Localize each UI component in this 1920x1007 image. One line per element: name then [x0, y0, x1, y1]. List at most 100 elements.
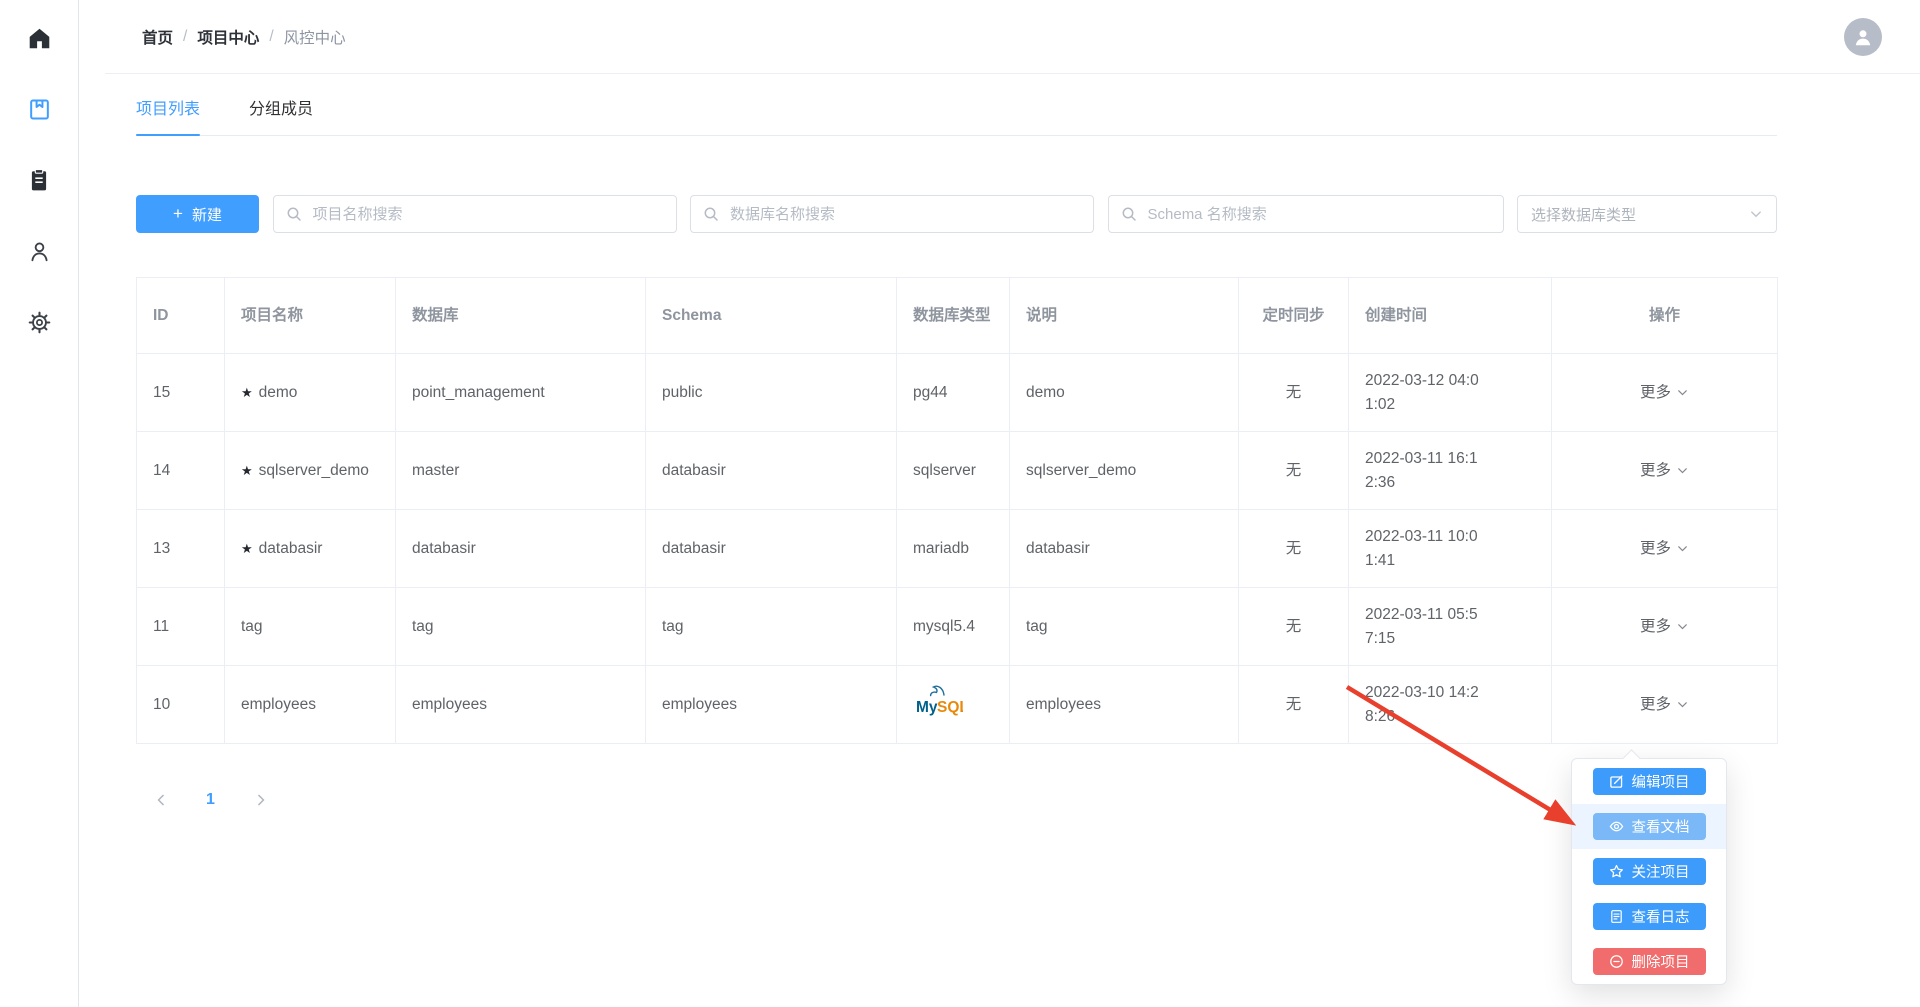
more-dropdown[interactable]: 更多 [1640, 615, 1689, 639]
column-header: 操作 [1551, 277, 1778, 354]
cell-id: 13 [136, 509, 225, 588]
breadcrumb-current: 风控中心 [283, 29, 346, 47]
cell-sync: 无 [1238, 509, 1349, 588]
sidebar-item-home[interactable] [25, 24, 53, 52]
search-icon [1122, 207, 1136, 221]
cell-description: demo [1009, 353, 1239, 432]
menu-item-log[interactable]: 查看日志 [1592, 903, 1706, 930]
eye-icon [1609, 821, 1623, 832]
svg-text:My: My [916, 699, 938, 716]
plus-icon: + [173, 204, 183, 223]
database-name-search [690, 195, 1094, 233]
column-header: 说明 [1009, 277, 1239, 354]
database-type-select-value: 选择数据库类型 [1531, 206, 1637, 224]
cell-project-name: tag [224, 587, 396, 666]
cell-project-name: ★ demo [224, 353, 396, 432]
menu-item-edit[interactable]: 编辑项目 [1592, 768, 1706, 795]
cell-description: databasir [1009, 509, 1239, 588]
project-table-wrap: ID 项目名称 数据库 Schema 数据库类型 说明 定时同步 创建时间 操作 15 ★ dem… [136, 277, 1778, 744]
menu-item-row: 查看日志 [1572, 894, 1726, 939]
tab-project-list[interactable]: 项目列表 [136, 95, 201, 136]
sidebar-item-docs[interactable] [25, 95, 53, 123]
cell-dbtype: sqlserver [896, 431, 1010, 510]
column-header: ID [136, 277, 225, 354]
database-type-select[interactable]: 选择数据库类型 [1517, 195, 1777, 233]
more-dropdown[interactable]: 更多 [1640, 537, 1689, 561]
cell-created-time: 2022-03-12 04:0 1:02 [1348, 353, 1552, 432]
sidebar-item-tasks[interactable] [25, 166, 53, 194]
home-icon [29, 28, 49, 48]
chevron-down-icon [1678, 546, 1687, 552]
star-icon[interactable]: ★ [241, 385, 253, 400]
menu-item-row: 删除项目 [1572, 939, 1726, 984]
project-table: ID 项目名称 数据库 Schema 数据库类型 说明 定时同步 创建时间 操作 15 ★ dem… [136, 277, 1778, 744]
menu-item-star[interactable]: 关注项目 [1592, 858, 1706, 885]
column-header: 数据库类型 [896, 277, 1010, 354]
cell-description: employees [1009, 665, 1239, 744]
chevron-down-icon [1678, 468, 1687, 474]
gear-icon [28, 311, 50, 333]
cell-sync: 无 [1238, 353, 1349, 432]
delete-icon [1609, 954, 1624, 969]
project-name-search-input[interactable] [310, 204, 664, 224]
prev-page-button[interactable] [151, 790, 170, 809]
cell-schema: public [645, 353, 897, 432]
chevron-left-icon [156, 794, 164, 805]
cell-action: 更多 [1551, 431, 1778, 510]
breadcrumb-separator: / [183, 27, 188, 45]
cell-sync: 无 [1238, 665, 1349, 744]
menu-item-eye[interactable]: 查看文档 [1592, 813, 1706, 840]
sidebar [0, 0, 79, 1007]
tab-group-members[interactable]: 分组成员 [249, 95, 313, 135]
table-row: 14 ★ sqlserver_demo master databasir sqls… [136, 431, 1778, 510]
breadcrumb-project-center[interactable]: 项目中心 [197, 26, 259, 48]
cell-description: sqlserver_demo [1009, 431, 1239, 510]
log-icon [1610, 910, 1622, 923]
new-project-button[interactable]: + 新建 [136, 195, 259, 233]
table-row: 13 ★ databasir databasir databasir mariad… [136, 509, 1778, 588]
star-icon[interactable]: ★ [241, 541, 253, 556]
star-icon[interactable]: ★ [241, 463, 253, 478]
schema-name-search-input[interactable] [1145, 204, 1491, 224]
next-page-button[interactable] [251, 790, 270, 809]
breadcrumb-separator: / [269, 27, 274, 45]
cell-dbtype: My SQL [896, 665, 1010, 744]
page-number[interactable]: 1 [201, 791, 220, 809]
breadcrumb: 首页 / 项目中心 / 风控中心 [105, 26, 346, 48]
edit-icon [1609, 774, 1624, 789]
tab-bar: 项目列表 分组成员 [136, 95, 1777, 136]
cell-description: tag [1009, 587, 1239, 666]
toolbar: + 新建 选择数据库类型 [136, 195, 1777, 233]
user-avatar[interactable] [1844, 17, 1882, 56]
sidebar-item-members[interactable] [25, 237, 53, 265]
more-dropdown[interactable]: 更多 [1640, 459, 1689, 483]
cell-sync: 无 [1238, 431, 1349, 510]
menu-item-delete[interactable]: 删除项目 [1592, 948, 1706, 975]
cell-sync: 无 [1238, 587, 1349, 666]
cell-schema: employees [645, 665, 897, 744]
cell-action: 更多 [1551, 509, 1778, 588]
database-name-search-input[interactable] [728, 204, 1081, 224]
sidebar-item-settings[interactable] [25, 308, 53, 336]
more-dropdown[interactable]: 更多 [1640, 693, 1689, 717]
book-icon [29, 99, 49, 119]
schema-name-search [1107, 195, 1504, 233]
menu-item-row: 关注项目 [1572, 849, 1726, 894]
cell-dbtype: mariadb [896, 509, 1010, 588]
user-avatar-icon [1855, 29, 1871, 45]
table-row: 10 employees employees employees My SQL … [136, 665, 1778, 744]
cell-created-time: 2022-03-11 16:1 2:36 [1348, 431, 1552, 510]
cell-created-time: 2022-03-10 14:2 8:26 [1348, 665, 1552, 744]
cell-schema: databasir [645, 431, 897, 510]
breadcrumb-home[interactable]: 首页 [142, 26, 173, 48]
delete-icon [1609, 955, 1623, 968]
more-dropdown[interactable]: 更多 [1640, 381, 1689, 405]
log-icon [1609, 909, 1624, 924]
column-header: 项目名称 [224, 277, 396, 354]
chevron-down-icon [1751, 211, 1761, 218]
table-row: 15 ★ demo point_management public pg44 de… [136, 353, 1778, 432]
cell-created-time: 2022-03-11 10:0 1:41 [1348, 509, 1552, 588]
cell-project-name: employees [224, 665, 396, 744]
eye-icon [1609, 819, 1624, 834]
row-actions-menu: 编辑项目 查看文档 关注项目 查看日志 删除项目 [1571, 758, 1727, 985]
